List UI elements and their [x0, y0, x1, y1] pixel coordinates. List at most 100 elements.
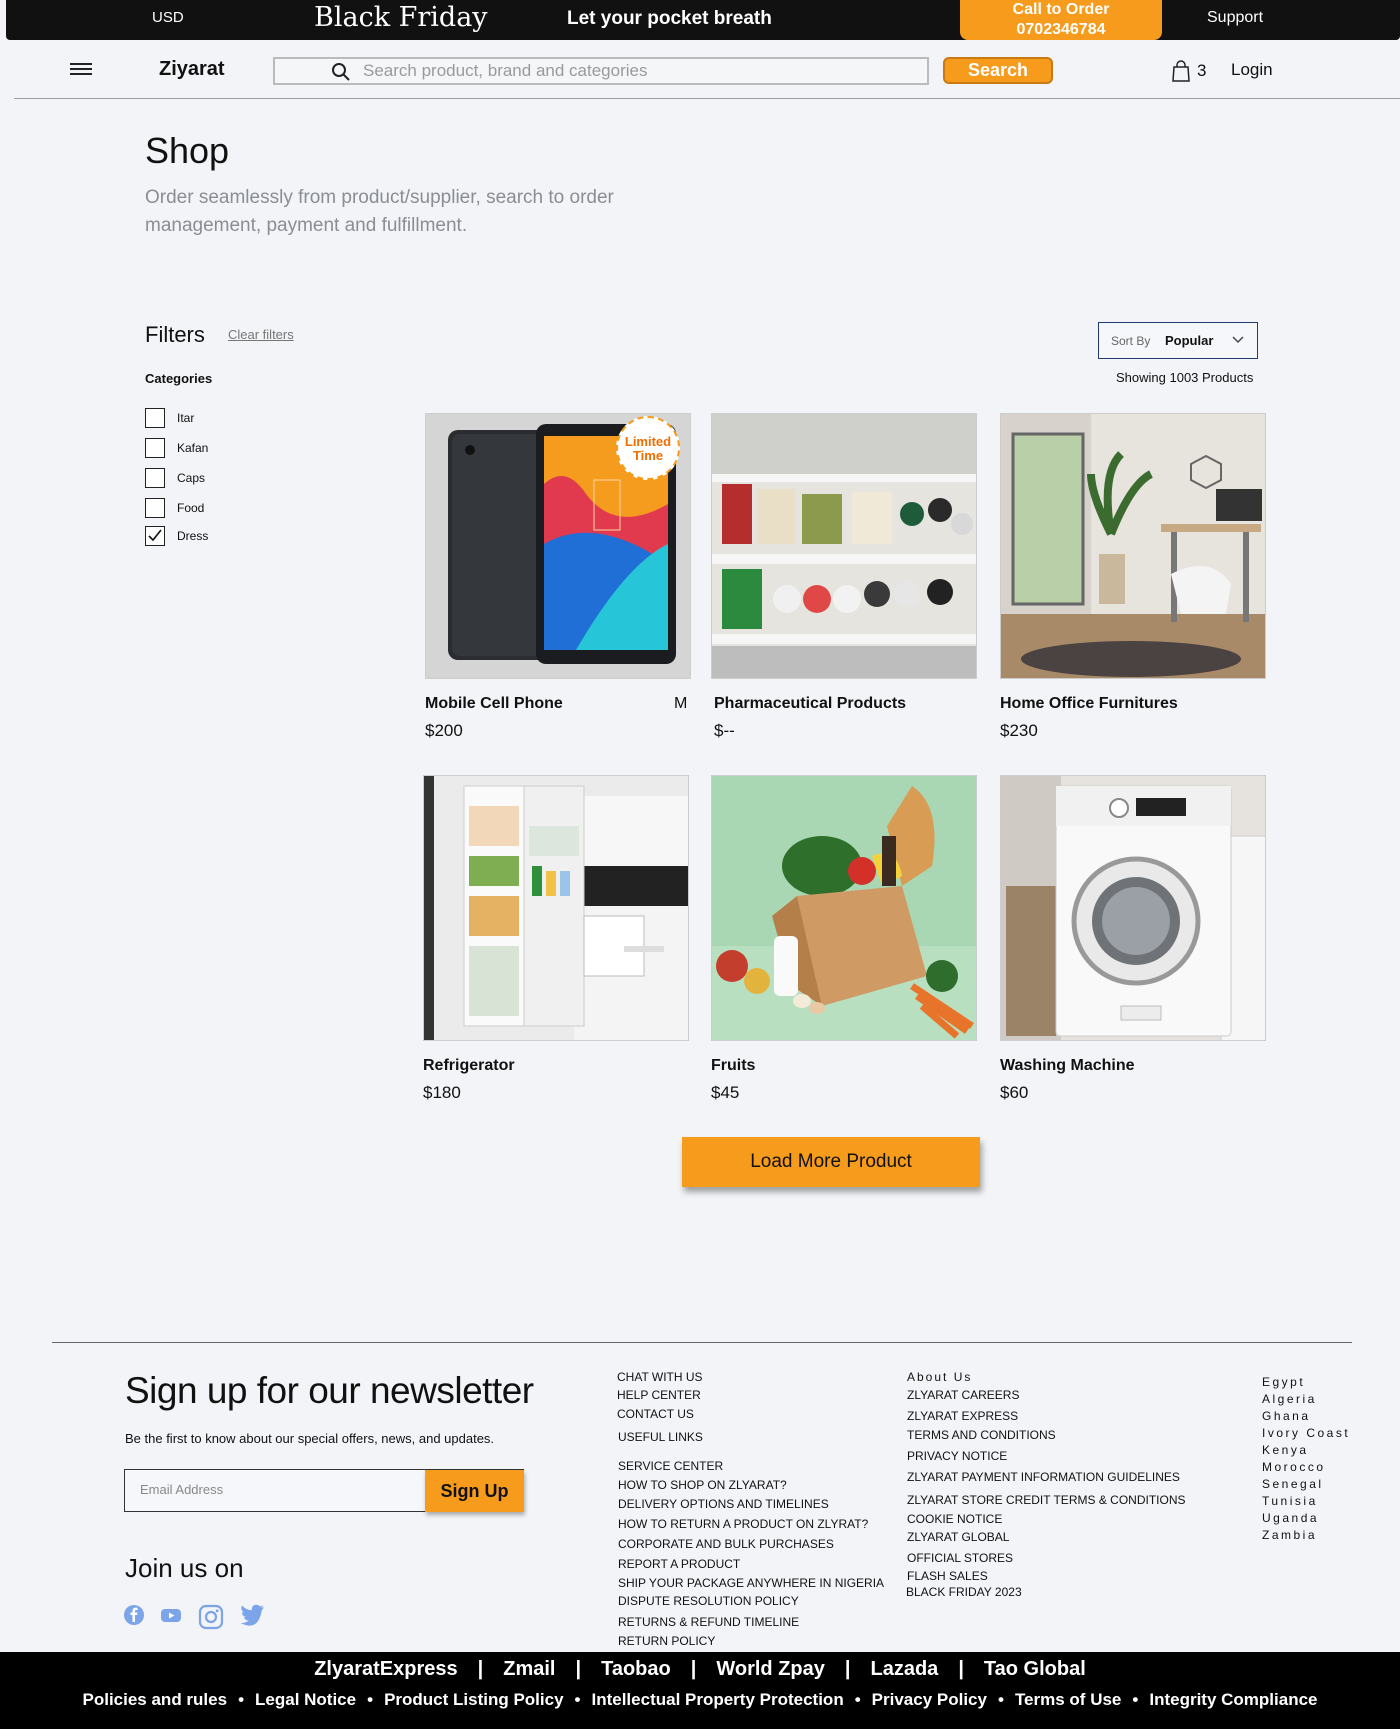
product-name[interactable]: Pharmaceutical Products	[714, 695, 906, 713]
bag-icon[interactable]	[1171, 60, 1191, 82]
footer-link[interactable]: OFFICIAL STORES	[907, 1549, 1013, 1567]
footer-divider	[52, 1342, 1352, 1343]
footer-link[interactable]: SERVICE CENTER	[618, 1457, 723, 1475]
partner-link[interactable]: ZlyaratExpress	[314, 1658, 457, 1680]
footer-link[interactable]: DELIVERY OPTIONS AND TIMELINES	[618, 1495, 829, 1513]
footer-link[interactable]: ZLYARAT STORE CREDIT TERMS & CONDITIONS	[907, 1491, 1185, 1509]
partner-link[interactable]: Tao Global	[984, 1658, 1086, 1680]
signup-button[interactable]: Sign Up	[425, 1470, 524, 1512]
call-label: Call to Order	[1012, 1, 1110, 18]
category-label: Food	[177, 501, 205, 515]
product-image[interactable]	[1000, 413, 1266, 679]
country-link[interactable]: Egypt	[1262, 1374, 1350, 1391]
product-image[interactable]	[423, 775, 689, 1041]
policy-link[interactable]: Intellectual Property Protection	[591, 1690, 843, 1709]
youtube-icon[interactable]	[160, 1604, 182, 1626]
policy-link[interactable]: Integrity Compliance	[1149, 1690, 1317, 1709]
policy-link[interactable]: Product Listing Policy	[384, 1690, 563, 1709]
policy-link[interactable]: Policies and rules	[83, 1690, 228, 1709]
product-image[interactable]: Limited Time	[425, 413, 691, 679]
footer-link[interactable]: USEFUL LINKS	[618, 1428, 703, 1446]
product-name[interactable]: Fruits	[711, 1057, 755, 1075]
footer-link[interactable]: HOW TO RETURN A PRODUCT ON ZLYRAT?	[618, 1515, 868, 1533]
footer-link[interactable]: SHIP YOUR PACKAGE ANYWHERE IN NIGERIA	[618, 1574, 884, 1592]
partner-link[interactable]: Lazada	[871, 1658, 939, 1680]
country-link[interactable]: Morocco	[1262, 1459, 1350, 1476]
country-link[interactable]: Senegal	[1262, 1476, 1350, 1493]
footer-link[interactable]: HELP CENTER	[617, 1386, 701, 1404]
footer-link[interactable]: CHAT WITH US	[617, 1368, 703, 1386]
currency-selector[interactable]: USD	[152, 9, 184, 26]
bottom-bar: ZlyaratExpress | Zmail | Taobao | World Zpay | L…	[0, 1652, 1400, 1729]
footer-link[interactable]: BLACK FRIDAY 2023	[906, 1583, 1022, 1601]
partner-link[interactable]: Zmail	[503, 1658, 555, 1680]
facebook-icon[interactable]	[123, 1604, 145, 1626]
category-checkbox[interactable]	[145, 468, 165, 488]
footer-link[interactable]: CORPORATE AND BULK PURCHASES	[618, 1535, 834, 1553]
policy-link[interactable]: Privacy Policy	[872, 1690, 987, 1709]
country-link[interactable]: Algeria	[1262, 1391, 1350, 1408]
footer-link[interactable]: CONTACT US	[617, 1405, 694, 1423]
join-us-title: Join us on	[125, 1553, 244, 1583]
page-title: Shop	[145, 130, 230, 171]
nav-divider	[14, 98, 1400, 99]
footer-link[interactable]: COOKIE NOTICE	[907, 1510, 1002, 1528]
footer-link[interactable]: REPORT A PRODUCT	[618, 1555, 740, 1573]
policy-link[interactable]: Terms of Use	[1015, 1690, 1121, 1709]
sort-dropdown[interactable]: Sort By Popular	[1098, 322, 1258, 359]
category-checkbox[interactable]	[145, 438, 165, 458]
product-name[interactable]: Washing Machine	[1000, 1057, 1135, 1075]
category-checkbox[interactable]	[145, 526, 165, 546]
product-image[interactable]	[711, 775, 977, 1041]
category-checkbox[interactable]	[145, 408, 165, 428]
promo-title: Black Friday	[314, 2, 488, 33]
country-link[interactable]: Ghana	[1262, 1408, 1350, 1425]
policy-link[interactable]: Legal Notice	[255, 1690, 356, 1709]
footer-link[interactable]: PRIVACY NOTICE	[907, 1447, 1007, 1465]
product-name[interactable]: Mobile Cell Phone	[425, 695, 563, 713]
top-promo-bar: USD Black Friday Let your pocket breath …	[6, 0, 1400, 40]
clear-filters-link[interactable]: Clear filters	[228, 327, 294, 342]
product-price: $230	[1000, 721, 1038, 740]
category-checkbox[interactable]	[145, 498, 165, 518]
footer-link[interactable]: ZLYARAT CAREERS	[907, 1386, 1019, 1404]
footer-link[interactable]: DISPUTE RESOLUTION POLICY	[618, 1592, 799, 1610]
category-label: Dress	[177, 529, 209, 543]
country-link[interactable]: Tunisia	[1262, 1493, 1350, 1510]
partner-link[interactable]: World Zpay	[716, 1658, 825, 1680]
product-name[interactable]: Home Office Furnitures	[1000, 695, 1178, 713]
footer-link[interactable]: RETURNS & REFUND TIMELINE	[618, 1613, 799, 1631]
twitter-icon[interactable]	[240, 1604, 266, 1626]
sort-label: Sort By	[1111, 334, 1151, 348]
footer-link[interactable]: RETURN POLICY	[618, 1632, 715, 1650]
footer-link[interactable]: ZLYARAT PAYMENT INFORMATION GUIDELINES	[907, 1468, 1180, 1486]
category-label: Caps	[177, 471, 206, 485]
brand-logo[interactable]: Ziyarat	[159, 58, 225, 81]
partner-links: ZlyaratExpress | Zmail | Taobao | World Zpay | L…	[314, 1658, 1086, 1680]
partner-link[interactable]: Taobao	[601, 1658, 671, 1680]
email-input[interactable]	[140, 1482, 410, 1497]
product-name[interactable]: Refrigerator	[423, 1057, 515, 1075]
country-link[interactable]: Uganda	[1262, 1510, 1350, 1527]
product-image[interactable]	[711, 413, 977, 679]
instagram-icon[interactable]	[198, 1604, 224, 1630]
footer-link[interactable]: About Us	[907, 1368, 972, 1386]
footer-link[interactable]: HOW TO SHOP ON ZLYARAT?	[618, 1476, 787, 1494]
support-link[interactable]: Support	[1207, 9, 1263, 27]
product-image[interactable]	[1000, 775, 1266, 1041]
product-tag: M	[674, 695, 688, 712]
footer-link[interactable]: ZLYARAT GLOBAL	[907, 1528, 1009, 1546]
search-button[interactable]: Search	[943, 57, 1053, 84]
footer-link[interactable]: TERMS AND CONDITIONS	[907, 1426, 1056, 1444]
load-more-button[interactable]: Load More Product	[682, 1137, 980, 1187]
menu-icon[interactable]	[70, 63, 92, 77]
footer-link[interactable]: ZLYARAT EXPRESS	[907, 1407, 1018, 1425]
login-link[interactable]: Login	[1231, 60, 1273, 80]
call-to-order-button[interactable]: Call to Order 0702346784	[960, 0, 1162, 40]
country-link[interactable]: Zambia	[1262, 1527, 1350, 1544]
search-input[interactable]	[363, 61, 903, 81]
newsletter-subtitle: Be the first to know about our special o…	[125, 1431, 495, 1446]
country-link[interactable]: Ivory Coast	[1262, 1425, 1350, 1442]
search-bar	[273, 57, 929, 85]
country-link[interactable]: Kenya	[1262, 1442, 1350, 1459]
